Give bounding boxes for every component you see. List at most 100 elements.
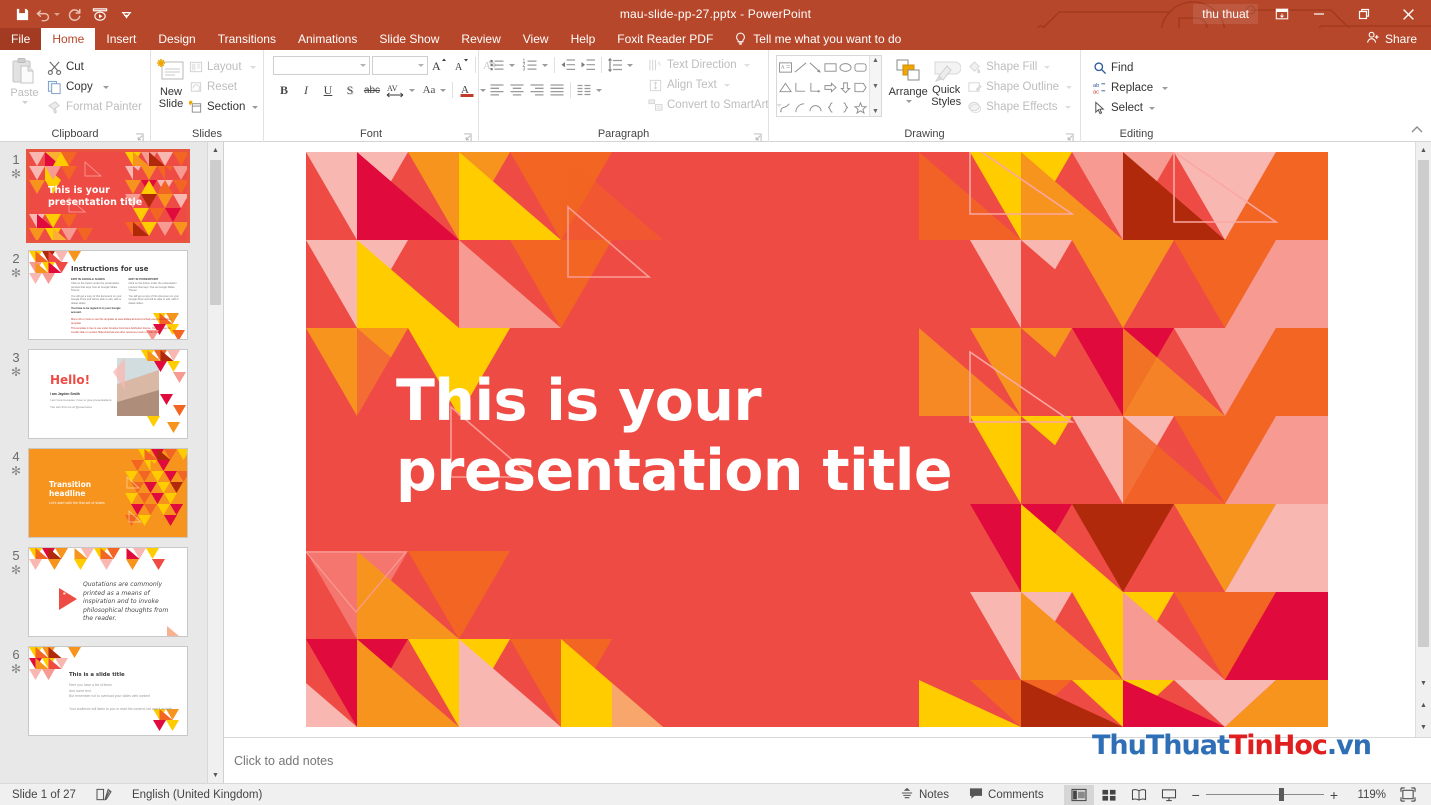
tab-help[interactable]: Help [560, 28, 607, 50]
tab-file[interactable]: File [0, 28, 42, 50]
character-spacing-button[interactable]: AV [383, 80, 409, 100]
line-spacing-button[interactable] [605, 55, 625, 75]
decrease-font-size-button[interactable]: A [450, 55, 472, 75]
shapes-gallery-scrollbar[interactable]: ▲ ▼ ▼ [869, 56, 881, 116]
shapes-gallery[interactable]: A ▲ ▼ ▼ [776, 55, 882, 117]
shape-freeform[interactable] [778, 97, 793, 117]
tab-foxit-reader-pdf[interactable]: Foxit Reader PDF [606, 28, 724, 50]
thumbnail-canvas-1[interactable]: This is your presentation title [26, 149, 190, 243]
slide-canvas[interactable]: This is your presentation title [306, 152, 1328, 727]
shape-right-brace[interactable] [838, 97, 853, 117]
thumbnail-canvas-5[interactable]: Quotations are commonly printed as a mea… [28, 547, 188, 637]
slide-vertical-scrollbar[interactable]: ▲ ▼ ▲ ▼ [1415, 142, 1431, 737]
thumbnail-scrollbar[interactable]: ▲ ▼ [207, 142, 223, 783]
thumbnail-slide-3[interactable]: 3 ✻ Hello! I am Jayden Smith I am here b… [0, 345, 207, 444]
align-center-button[interactable] [507, 80, 527, 100]
zoom-out-button[interactable]: − [1192, 787, 1200, 803]
thumbnail-scroll-thumb[interactable] [210, 160, 221, 305]
close-button[interactable] [1386, 0, 1431, 28]
tab-review[interactable]: Review [450, 28, 511, 50]
restore-button[interactable] [1341, 0, 1386, 28]
font-color-button[interactable]: A [456, 80, 478, 100]
account-name[interactable]: thu thuat [1193, 4, 1258, 24]
shape-rectangle[interactable] [823, 57, 838, 77]
arrange-button[interactable]: Arrange [888, 55, 928, 103]
slide-show-view-button[interactable] [1154, 785, 1184, 805]
next-slide-icon[interactable]: ▼ [1416, 719, 1431, 735]
align-text-button[interactable]: Align Text [645, 75, 785, 95]
tab-insert[interactable]: Insert [95, 28, 147, 50]
shape-arc[interactable] [793, 97, 808, 117]
tell-me-search[interactable]: Tell me what you want to do [724, 28, 911, 50]
shape-left-brace[interactable] [823, 97, 838, 117]
zoom-track[interactable] [1205, 788, 1324, 801]
slide-thumbnail-pane[interactable]: 1 ✻ This is your presentation title 2 ✻ … [0, 142, 224, 783]
slide-sorter-view-button[interactable] [1094, 785, 1124, 805]
change-case-button[interactable]: Aa [418, 80, 440, 100]
text-shadow-button[interactable]: S [339, 80, 361, 100]
shape-triangle[interactable] [778, 77, 793, 97]
tab-transitions[interactable]: Transitions [207, 28, 287, 50]
spell-check-icon[interactable] [86, 784, 122, 805]
shape-rounded-rectangle[interactable] [853, 57, 868, 77]
shape-curve[interactable] [808, 97, 823, 117]
drawing-dialog-launcher[interactable] [1065, 131, 1074, 142]
justify-button[interactable] [547, 80, 567, 100]
save-icon[interactable] [10, 3, 34, 25]
align-right-button[interactable] [527, 80, 547, 100]
thumbnail-scroll-down-icon[interactable]: ▼ [208, 767, 223, 783]
slide-scroll-up-icon[interactable]: ▲ [1416, 142, 1431, 158]
strikethrough-button[interactable]: abc [361, 80, 383, 100]
zoom-slider[interactable]: − + [1184, 787, 1346, 803]
undo-icon[interactable] [36, 3, 60, 25]
columns-button[interactable] [574, 80, 594, 100]
shape-elbow-connector[interactable] [793, 77, 808, 97]
bold-button[interactable]: B [273, 80, 295, 100]
decrease-indent-button[interactable] [558, 55, 578, 75]
shape-effects-button[interactable]: Shape Effects [964, 97, 1075, 117]
tab-animations[interactable]: Animations [287, 28, 368, 50]
layout-button[interactable]: Layout [186, 57, 261, 77]
clipboard-dialog-launcher[interactable] [135, 131, 144, 142]
tab-slide-show[interactable]: Slide Show [368, 28, 450, 50]
tab-home[interactable]: Home [41, 28, 96, 50]
underline-button[interactable]: U [317, 80, 339, 100]
slide-title-text[interactable]: This is your presentation title [396, 367, 1016, 506]
shapes-more-icon[interactable]: ▼ [872, 108, 879, 115]
shape-elbow-arrow-connector[interactable] [808, 77, 823, 97]
copy-button[interactable]: Copy [44, 77, 145, 97]
slide-scroll-thumb[interactable] [1418, 160, 1429, 647]
ribbon-tab-bar[interactable]: File Home Insert Design Transitions Anim… [0, 28, 1431, 50]
text-direction-button[interactable]: A Text Direction [645, 55, 785, 75]
fit-slide-to-window-button[interactable] [1393, 785, 1423, 805]
thumbnail-canvas-4[interactable]: Transition headline Let's start with the… [28, 448, 188, 538]
notes-button[interactable]: Notes [890, 784, 959, 805]
reset-button[interactable]: Reset [186, 77, 261, 97]
thumbnail-slide-4[interactable]: 4 ✻ Transition headline Let's start with… [0, 444, 207, 543]
thumbnail-canvas-2[interactable]: Instructions for use EDIT IN GOOGLE SLID… [28, 250, 188, 340]
thumbnail-canvas-3[interactable]: Hello! I am Jayden Smith I am here becau… [28, 349, 188, 439]
shape-fill-button[interactable]: Shape Fill [964, 57, 1075, 77]
thumbnail-slide-2[interactable]: 2 ✻ Instructions for use EDIT IN GOOGLE … [0, 246, 207, 345]
thumbnail-canvas-6[interactable]: This is a slide title Here you have a li… [28, 646, 188, 736]
format-painter-button[interactable]: Format Painter [44, 97, 145, 117]
italic-button[interactable]: I [295, 80, 317, 100]
shape-oval[interactable] [838, 57, 853, 77]
shape-line[interactable] [793, 57, 808, 77]
slide-counter[interactable]: Slide 1 of 27 [8, 784, 86, 805]
bullets-button[interactable] [487, 55, 507, 75]
replace-button[interactable]: ab ac Replace [1090, 78, 1171, 98]
thumbnail-slide-5[interactable]: 5 ✻ Quotations are commonly printed as a… [0, 543, 207, 642]
font-dialog-launcher[interactable] [463, 131, 472, 142]
thumbnail-slide-1[interactable]: 1 ✻ This is your presentation title [0, 147, 207, 246]
normal-view-button[interactable] [1063, 784, 1094, 805]
increase-indent-button[interactable] [578, 55, 598, 75]
paste-button[interactable]: Paste [5, 55, 44, 104]
shape-arrow[interactable] [808, 57, 823, 77]
shape-star[interactable] [853, 97, 868, 117]
start-from-beginning-icon[interactable] [88, 3, 112, 25]
collapse-ribbon-button[interactable] [1411, 124, 1423, 138]
customize-quick-access-toolbar-icon[interactable] [114, 3, 138, 25]
shapes-scroll-up-icon[interactable]: ▲ [872, 57, 879, 64]
numbering-button[interactable]: 123 [520, 55, 540, 75]
